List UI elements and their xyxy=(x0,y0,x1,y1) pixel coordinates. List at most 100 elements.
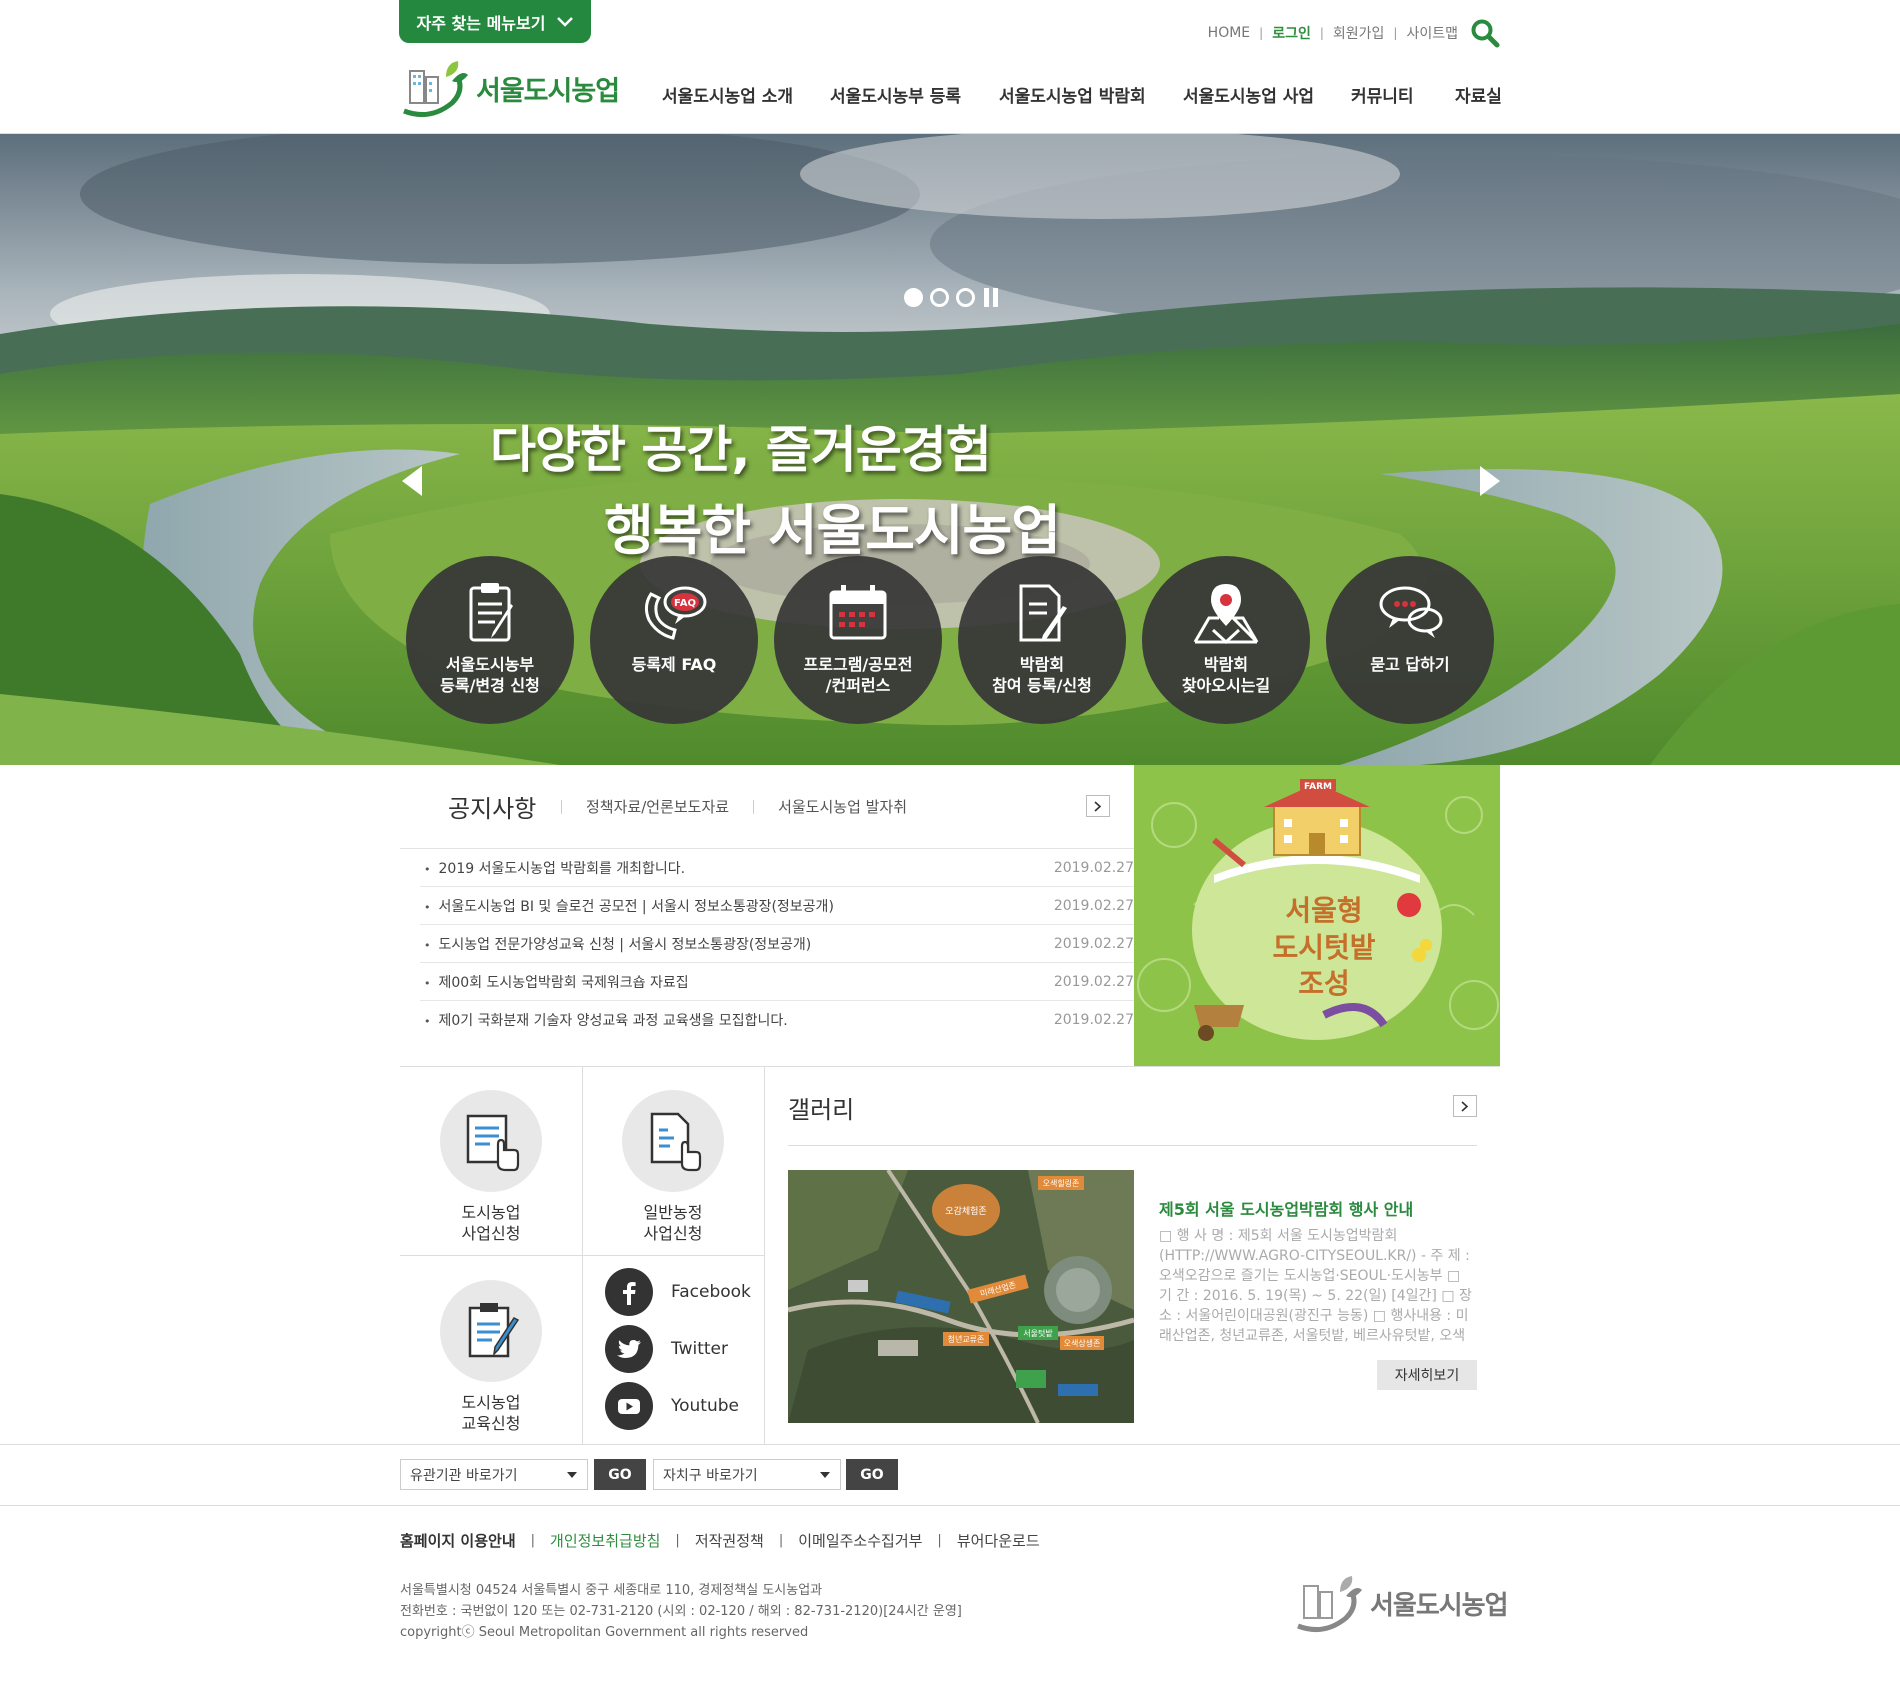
util-link-login[interactable]: 로그인 xyxy=(1272,23,1311,43)
nav-item-register[interactable]: 서울도시농부 등록 xyxy=(830,82,999,107)
hero-banner: 다양한 공간, 즐거운경험 행복한 서울도시농업 서울도시농부 등록/변경 신청 xyxy=(0,134,1900,765)
gallery-detail-button[interactable]: 자세히보기 xyxy=(1377,1360,1477,1390)
notice-title[interactable]: 도시농업 전문가양성교육 신청 | 서울시 정보소통광장(정보공개) xyxy=(424,934,812,954)
slide-indicator xyxy=(904,288,998,307)
footer-link-guide[interactable]: 홈페이지 이용안내 xyxy=(400,1530,516,1551)
nav-item-archive[interactable]: 자료실 xyxy=(1455,82,1502,107)
notice-more-button[interactable] xyxy=(1086,795,1110,817)
gallery-more-button[interactable] xyxy=(1453,1095,1477,1117)
quick-link-label: 박람회 찾아오시는길 xyxy=(1181,655,1271,695)
pause-icon[interactable] xyxy=(984,288,998,307)
nav-item-expo[interactable]: 서울도시농업 박람회 xyxy=(999,82,1183,107)
promo-banner[interactable]: FARM 서울형 도시텃밭 조성 xyxy=(1134,765,1500,1066)
map-label: 서울텃밭 xyxy=(1023,1328,1053,1338)
logo-mark-icon xyxy=(403,61,468,118)
quick-link-qna[interactable]: 묻고 답하기 xyxy=(1326,556,1494,724)
slide-dot-2[interactable] xyxy=(930,288,949,307)
related-agency-select[interactable]: 유관기관 바로가기 xyxy=(400,1459,588,1490)
nav-item-business[interactable]: 서울도시농업 사업 xyxy=(1183,82,1351,107)
page: 자주 찾는 메뉴보기 HOME | 로그인 | 회원가입 | 사이트맵 서울도시… xyxy=(0,0,1900,1696)
list-item[interactable]: 제00회 도시농업박람회 국제워크숍 자료집 2019.02.27 xyxy=(420,963,1134,1001)
tab-policy[interactable]: 정책자료/언론보도자료 xyxy=(561,799,753,814)
footer-copyright: copyrightⓒ Seoul Metropolitan Government… xyxy=(400,1625,809,1640)
list-item[interactable]: 제0기 국화분재 기술자 양성교육 과정 교육생을 모집합니다. 2019.02… xyxy=(420,1001,1135,1039)
quick-links: 서울도시농부 등록/변경 신청 FAQ 등록제 FAQ 프로그램/공모전 /컨퍼… xyxy=(406,556,1494,724)
tab-notice[interactable]: 공지사항 xyxy=(448,789,561,824)
facebook-icon xyxy=(605,1268,653,1316)
footer-link-privacy[interactable]: 개인정보취급방침 xyxy=(550,1530,660,1551)
notice-date: 2019.02.27 xyxy=(1053,973,1134,990)
footer-link-email-refusal[interactable]: 이메일주소수집거부 xyxy=(798,1530,922,1551)
quick-link-label: 프로그램/공모전 /컨퍼런스 xyxy=(803,655,913,695)
quick-link-faq[interactable]: FAQ 등록제 FAQ xyxy=(590,556,758,724)
quick-link-program[interactable]: 프로그램/공모전 /컨퍼런스 xyxy=(774,556,942,724)
notice-tabs: 공지사항 정책자료/언론보도자료 서울도시농업 발자취 xyxy=(400,765,1134,849)
service-agriculture[interactable]: 일반농정 사업신청 xyxy=(622,1090,724,1244)
farm-sign: FARM xyxy=(1304,782,1332,792)
faq-chat-icon: FAQ xyxy=(644,586,707,640)
util-link-join[interactable]: 회원가입 xyxy=(1333,23,1385,43)
service-label: 도시농업 사업신청 xyxy=(461,1203,521,1243)
list-item[interactable]: 2019 서울도시농업 박람회를 개최합니다. 2019.02.27 xyxy=(420,849,1134,887)
tab-history[interactable]: 서울도시농업 발자취 xyxy=(753,799,931,814)
quick-link-label: 묻고 답하기 xyxy=(1370,655,1450,674)
main-nav: 서울도시농업 소개 서울도시농부 등록 서울도시농업 박람회 서울도시농업 사업… xyxy=(662,82,1502,107)
promo-text-line2: 도시텃밭 xyxy=(1272,931,1375,964)
service-education[interactable]: 도시농업 교육신청 xyxy=(440,1280,542,1434)
divider: | xyxy=(530,1533,536,1548)
notice-title[interactable]: 제00회 도시농업박람회 국제워크숍 자료집 xyxy=(424,972,689,992)
gallery-photo[interactable]: 오색힐링존 오감체험존 미래산업존 서울텃밭 오색상생존 청년교류존 xyxy=(788,1170,1134,1423)
slide-dot-1[interactable] xyxy=(904,288,923,307)
service-icon-bg xyxy=(622,1090,724,1192)
util-link-sitemap[interactable]: 사이트맵 xyxy=(1406,23,1458,43)
nav-item-intro[interactable]: 서울도시농업 소개 xyxy=(662,82,830,107)
promo-text-line3: 조성 xyxy=(1298,967,1350,1000)
quick-link-directions[interactable]: 박람회 찾아오시는길 xyxy=(1142,556,1310,724)
notice-title[interactable]: 제0기 국화분재 기술자 양성교육 과정 교육생을 모집합니다. xyxy=(424,1010,788,1030)
list-item[interactable]: 도시농업 전문가양성교육 신청 | 서울시 정보소통광장(정보공개) 2019.… xyxy=(420,925,1134,963)
service-label: 일반농정 사업신청 xyxy=(643,1203,703,1243)
nav-item-community[interactable]: 커뮤니티 xyxy=(1351,82,1455,107)
notice-title[interactable]: 2019 서울도시농업 박람회를 개최합니다. xyxy=(424,858,686,878)
quick-link-farmer-register[interactable]: 서울도시농부 등록/변경 신청 xyxy=(406,556,574,724)
site-logo[interactable]: 서울도시농업 xyxy=(400,55,620,121)
urban-garden-illustration: FARM 서울형 도시텃밭 조성 xyxy=(1134,765,1500,1066)
divider: | xyxy=(937,1533,942,1548)
aerial-map-image: 오색힐링존 오감체험존 미래산업존 서울텃밭 오색상생존 청년교류존 xyxy=(788,1170,1134,1423)
map-label: 오감체험존 xyxy=(945,1205,986,1217)
search-icon[interactable] xyxy=(1470,18,1500,48)
gallery-headline[interactable]: 제5회 서울 도시농업박람회 행사 안내 xyxy=(1159,1196,1413,1220)
divider: | xyxy=(1319,26,1324,40)
map-label: 오색힐링존 xyxy=(1043,1178,1080,1188)
footer-address-block: 서울특별시청 04524 서울특별시 중구 세종대로 110, 경제정책실 도시… xyxy=(400,1580,962,1643)
youtube-icon xyxy=(605,1382,653,1430)
footer-link-viewer[interactable]: 뷰어다운로드 xyxy=(957,1530,1040,1551)
util-link-home[interactable]: HOME xyxy=(1208,25,1250,41)
speech-bubbles-icon xyxy=(1379,586,1443,638)
notice-title[interactable]: 서울도시농업 BI 및 슬로건 공모전 | 서울시 정보소통광장(정보공개) xyxy=(424,896,834,916)
social-facebook[interactable]: Facebook xyxy=(605,1268,751,1316)
notice-date: 2019.02.27 xyxy=(1053,935,1134,952)
service-urban-farming[interactable]: 도시농업 사업신청 xyxy=(440,1090,542,1244)
footer-link-copyright[interactable]: 저작권정책 xyxy=(695,1530,764,1551)
slide-dot-3[interactable] xyxy=(956,288,975,307)
clipboard-icon xyxy=(469,583,513,642)
social-label: Twitter xyxy=(671,1339,728,1359)
divider: | xyxy=(778,1533,784,1548)
next-slide-icon[interactable] xyxy=(1476,464,1504,498)
svg-text:FAQ: FAQ xyxy=(674,598,696,609)
social-twitter[interactable]: Twitter xyxy=(605,1325,728,1373)
quick-link-expo-register[interactable]: 박람회 참여 등록/신청 xyxy=(958,556,1126,724)
go-button-agency[interactable]: GO xyxy=(594,1459,646,1490)
divider: | xyxy=(1393,26,1398,40)
go-button-district[interactable]: GO xyxy=(846,1459,898,1490)
district-select[interactable]: 자치구 바로가기 xyxy=(653,1459,841,1490)
select-value: 유관기관 바로가기 xyxy=(410,1467,518,1484)
prev-slide-icon[interactable] xyxy=(398,464,426,498)
quick-menu-button[interactable]: 자주 찾는 메뉴보기 xyxy=(399,0,591,43)
list-item[interactable]: 서울도시농업 BI 및 슬로건 공모전 | 서울시 정보소통광장(정보공개) 2… xyxy=(420,887,1134,925)
hero-title-line1: 다양한 공간, 즐거운경험 xyxy=(490,421,992,479)
logo-mark-icon xyxy=(1297,1576,1362,1633)
footer-address: 서울특별시청 04524 서울특별시 중구 세종대로 110, 경제정책실 도시… xyxy=(400,1583,823,1598)
social-youtube[interactable]: Youtube xyxy=(605,1382,739,1430)
